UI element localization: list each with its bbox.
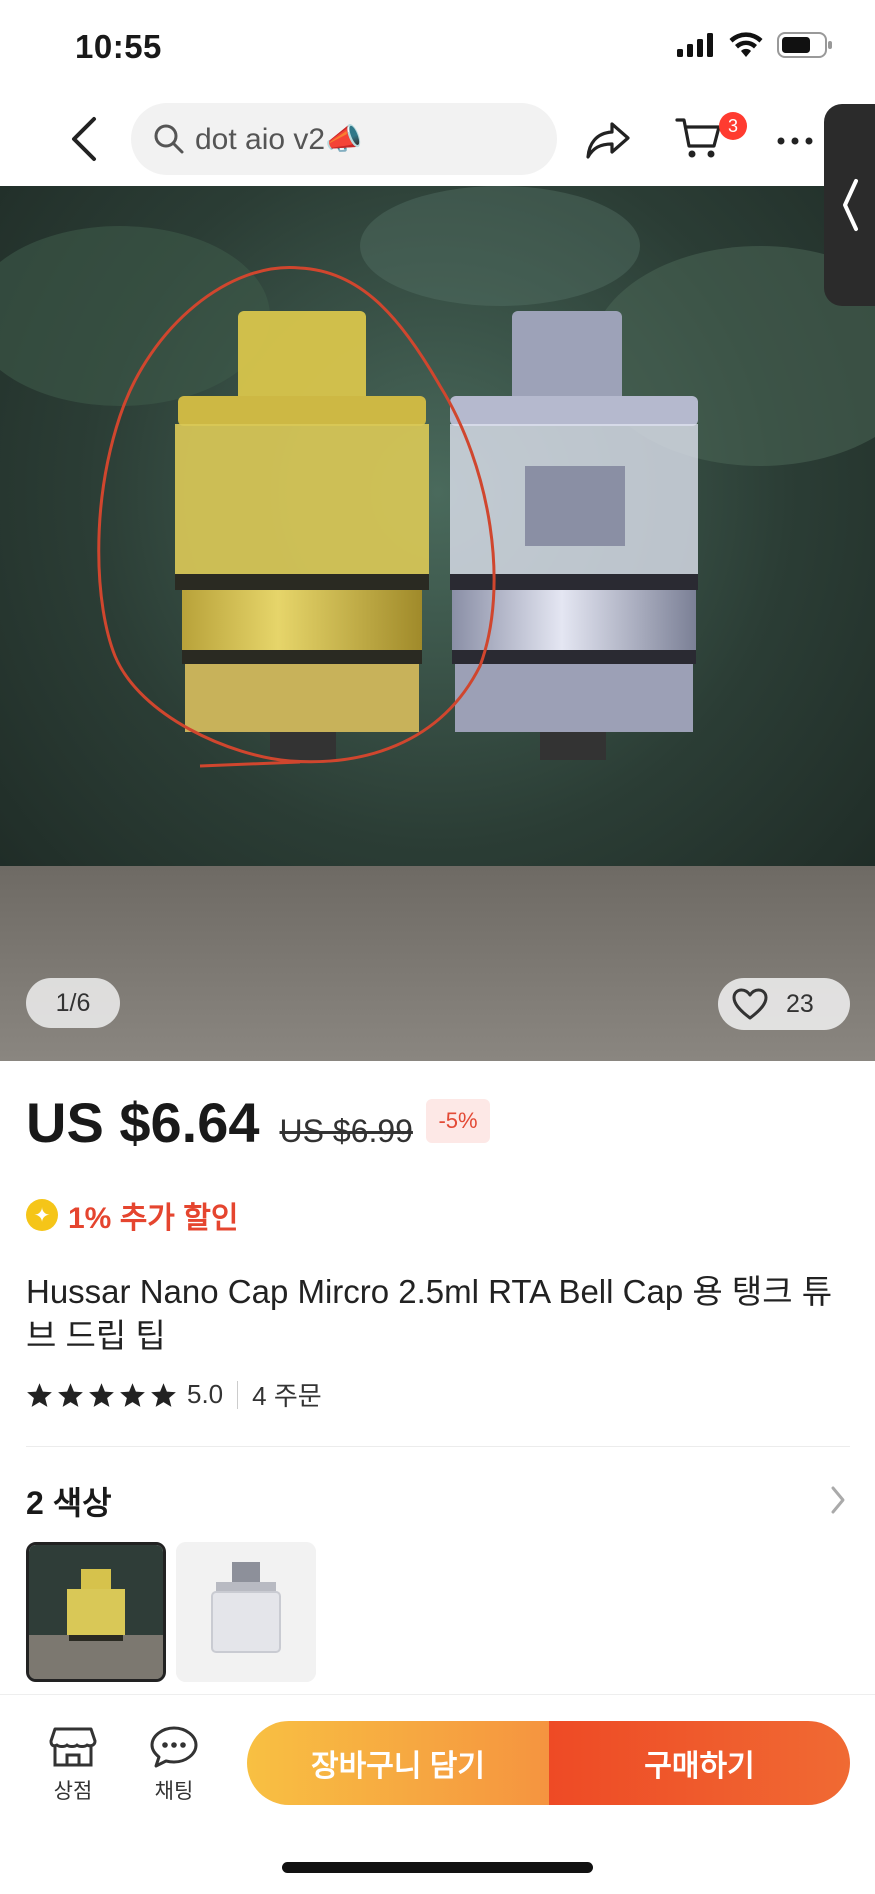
cart-icon (675, 118, 721, 158)
chat-bubble-icon (150, 1726, 198, 1768)
signal-icon (677, 33, 713, 57)
section-divider (26, 1446, 850, 1447)
product-image[interactable] (0, 186, 875, 1061)
colors-header[interactable]: 2 색상 (26, 1478, 112, 1524)
chevron-left-icon (842, 179, 858, 231)
share-button[interactable] (582, 114, 634, 166)
chevron-left-icon (72, 117, 96, 161)
search-query: dot aio v2📣 (195, 122, 363, 156)
buy-now-button[interactable]: 구매하기 (549, 1721, 850, 1805)
side-drawer-handle[interactable] (824, 104, 875, 306)
color-swatch-silver[interactable] (176, 1542, 316, 1682)
chat-label: 채팅 (154, 1780, 194, 1803)
silver-variant-thumbnail (176, 1542, 316, 1682)
search-bar[interactable]: dot aio v2📣 (131, 103, 557, 175)
star-icon (120, 1382, 145, 1407)
original-price: US $6.99 (279, 1113, 413, 1149)
chevron-right-icon (831, 1486, 845, 1514)
product-title: Hussar Nano Cap Mircro 2.5ml RTA Bell Ca… (26, 1273, 833, 1354)
home-indicator (282, 1862, 593, 1873)
colors-chevron-button[interactable] (823, 1482, 853, 1518)
chat-button[interactable]: 채팅 (139, 1725, 209, 1805)
status-icons (677, 32, 833, 58)
search-icon (154, 124, 184, 154)
price-row: US $6.64 US $6.99 (26, 1090, 413, 1155)
more-dots-icon (777, 137, 813, 145)
add-to-cart-button[interactable]: 장바구니 담기 (247, 1721, 549, 1805)
wishlist-button[interactable]: 23 (718, 978, 850, 1030)
wishlist-count: 23 (786, 989, 814, 1018)
cart-count-badge: 3 (719, 112, 747, 140)
product-photo (0, 186, 875, 1061)
heart-icon (732, 988, 768, 1020)
store-button[interactable]: 상점 (38, 1725, 108, 1805)
store-icon (49, 1727, 97, 1767)
header: dot aio v2📣 3 (0, 96, 875, 186)
rating-value: 5.0 (187, 1379, 224, 1409)
rating-row[interactable]: 5.0 4 주문 (26, 1376, 322, 1413)
coin-discount-text: 1% 추가 할인 (68, 1202, 239, 1235)
divider (237, 1380, 239, 1409)
image-counter: 1/6 (26, 978, 120, 1028)
coin-discount-row: ✦ 1% 추가 할인 (26, 1193, 238, 1237)
star-rating (26, 1382, 177, 1408)
star-icon (27, 1382, 52, 1407)
gold-variant-thumbnail (29, 1545, 163, 1679)
wifi-icon (729, 32, 763, 57)
current-price: US $6.64 (26, 1091, 260, 1154)
coin-sparkle-icon: ✦ (26, 1199, 58, 1231)
star-icon (151, 1382, 176, 1407)
store-label: 상점 (53, 1780, 93, 1803)
battery-icon (777, 32, 832, 58)
color-swatch-gold[interactable] (26, 1542, 166, 1682)
order-count: 4 주문 (252, 1381, 322, 1411)
star-icon (58, 1382, 83, 1407)
share-icon (586, 122, 630, 159)
star-icon (89, 1382, 114, 1407)
status-time: 10:55 (75, 28, 162, 65)
discount-badge: -5% (426, 1099, 490, 1143)
back-button[interactable] (58, 114, 108, 164)
more-options-button[interactable] (772, 126, 818, 156)
status-bar: 10:55 (0, 0, 875, 96)
